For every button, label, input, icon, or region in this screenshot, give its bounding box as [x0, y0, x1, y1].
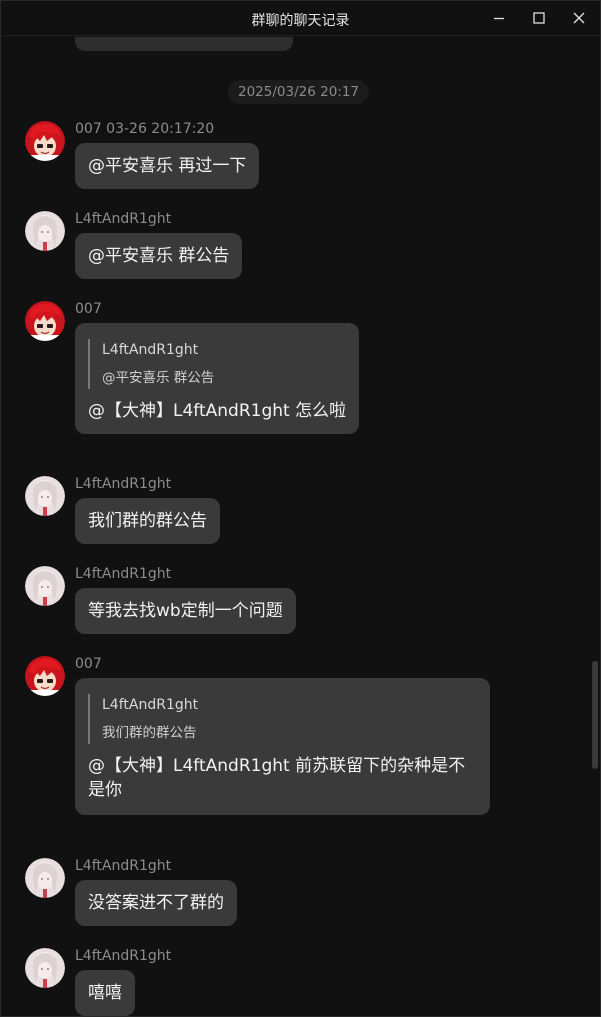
quoted-text: @平安喜乐 群公告	[102, 370, 215, 386]
close-button[interactable]	[565, 6, 593, 30]
chat-history-window: 群聊的聊天记录 2025/03/26 20:17 007 03-26 20:17…	[0, 0, 601, 1017]
message-text-line: 是你	[88, 780, 122, 800]
sender-name: L4ftAndR1ght	[75, 948, 172, 964]
message-bubble[interactable]: 没答案进不了群的	[75, 880, 237, 926]
maximize-button[interactable]	[525, 6, 553, 30]
message-text-line: @【大神】L4ftAndR1ght 前苏联留下的杂种是不	[88, 756, 466, 776]
red-hair-avatar[interactable]	[25, 121, 65, 161]
sender-name: 007 03-26 20:17:20	[75, 121, 215, 137]
red-hair-avatar[interactable]	[25, 656, 65, 696]
quoted-sender: L4ftAndR1ght	[102, 697, 199, 713]
minimize-icon	[494, 17, 504, 20]
quoted-message[interactable]: L4ftAndR1ght 我们群的群公告	[88, 694, 477, 744]
message-bubble[interactable]: 等我去找wb定制一个问题	[75, 588, 296, 634]
sender-name: L4ftAndR1ght	[75, 211, 172, 227]
message-list[interactable]: 2025/03/26 20:17 007 03-26 20:17:20 @平安喜…	[1, 37, 591, 1016]
quoted-text: 我们群的群公告	[102, 725, 197, 741]
white-hair-avatar[interactable]	[25, 566, 65, 606]
scrollbar-thumb[interactable]	[592, 661, 598, 769]
message-bubble[interactable]: @平安喜乐 群公告	[75, 233, 243, 279]
maximize-icon	[533, 12, 545, 24]
quoted-sender: L4ftAndR1ght	[102, 342, 199, 358]
sender-name: L4ftAndR1ght	[75, 858, 172, 874]
white-hair-avatar[interactable]	[25, 476, 65, 516]
sender-name: L4ftAndR1ght	[75, 566, 172, 582]
message-bubble[interactable]: 嘻嘻	[75, 970, 135, 1016]
time-separator: 2025/03/26 20:17	[228, 80, 370, 104]
white-hair-avatar[interactable]	[25, 211, 65, 251]
white-hair-avatar[interactable]	[25, 948, 65, 988]
white-hair-avatar[interactable]	[25, 858, 65, 898]
minimize-button[interactable]	[485, 6, 513, 30]
sender-name: L4ftAndR1ght	[75, 476, 172, 492]
sender-name: 007	[75, 301, 102, 317]
message-bubble[interactable]: L4ftAndR1ght @平安喜乐 群公告 @【大神】L4ftAndR1ght…	[75, 323, 360, 434]
red-hair-avatar[interactable]	[25, 301, 65, 341]
quoted-message[interactable]: L4ftAndR1ght @平安喜乐 群公告	[88, 339, 346, 389]
sender-name: 007	[75, 656, 102, 672]
message-bubble[interactable]: L4ftAndR1ght 我们群的群公告 @【大神】L4ftAndR1ght 前…	[75, 678, 490, 815]
message-text: @【大神】L4ftAndR1ght 怎么啦	[88, 401, 347, 421]
title-bar: 群聊的聊天记录	[1, 1, 600, 36]
message-bubble[interactable]: @平安喜乐 再过一下	[75, 143, 260, 189]
message-bubble[interactable]: 我们群的群公告	[75, 498, 220, 544]
close-icon	[573, 12, 585, 24]
previous-message-bubble	[75, 37, 293, 51]
